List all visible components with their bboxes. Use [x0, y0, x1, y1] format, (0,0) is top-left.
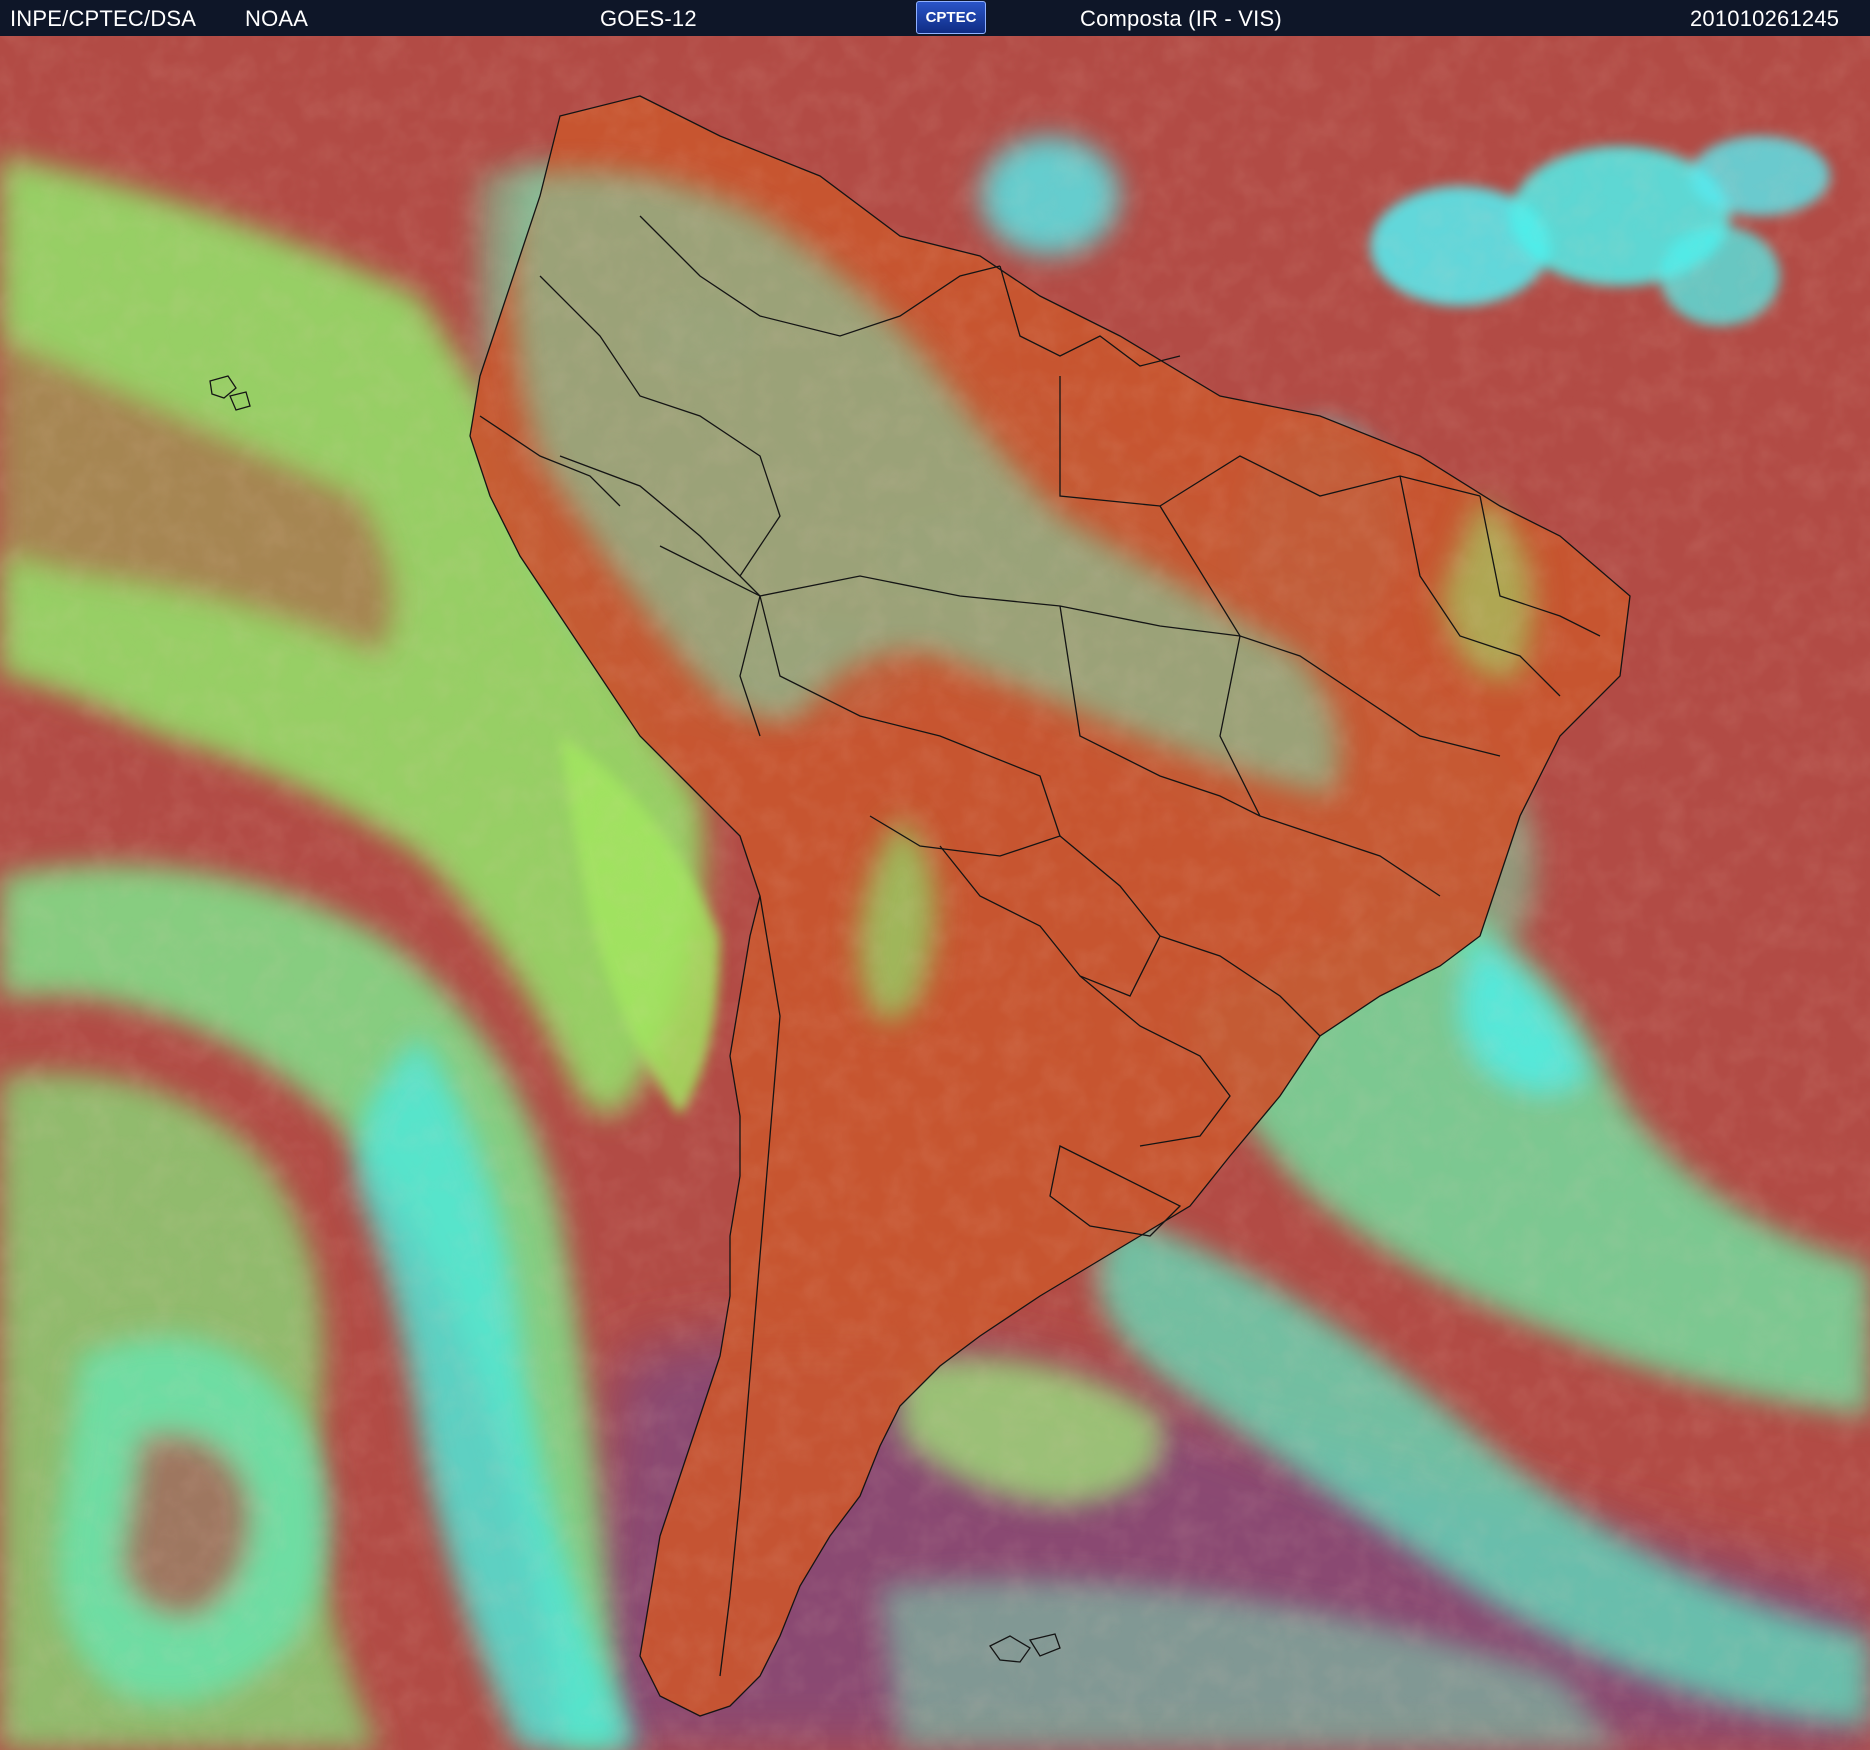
satellite-image-frame: INPE/CPTEC/DSA NOAA GOES-12 CPTEC Compos…	[0, 0, 1870, 1750]
header-bar: INPE/CPTEC/DSA NOAA GOES-12 CPTEC Compos…	[0, 0, 1870, 36]
satellite-image	[0, 36, 1870, 1750]
composite-imagery	[0, 36, 1870, 1750]
product-label: Composta (IR - VIS)	[1080, 6, 1282, 31]
institution-label: INPE/CPTEC/DSA	[10, 6, 197, 31]
satellite-label: GOES-12	[600, 6, 697, 31]
cptec-logo: CPTEC	[916, 1, 986, 34]
timestamp-label: 201010261245	[1690, 6, 1840, 31]
agency-label: NOAA	[245, 6, 309, 31]
